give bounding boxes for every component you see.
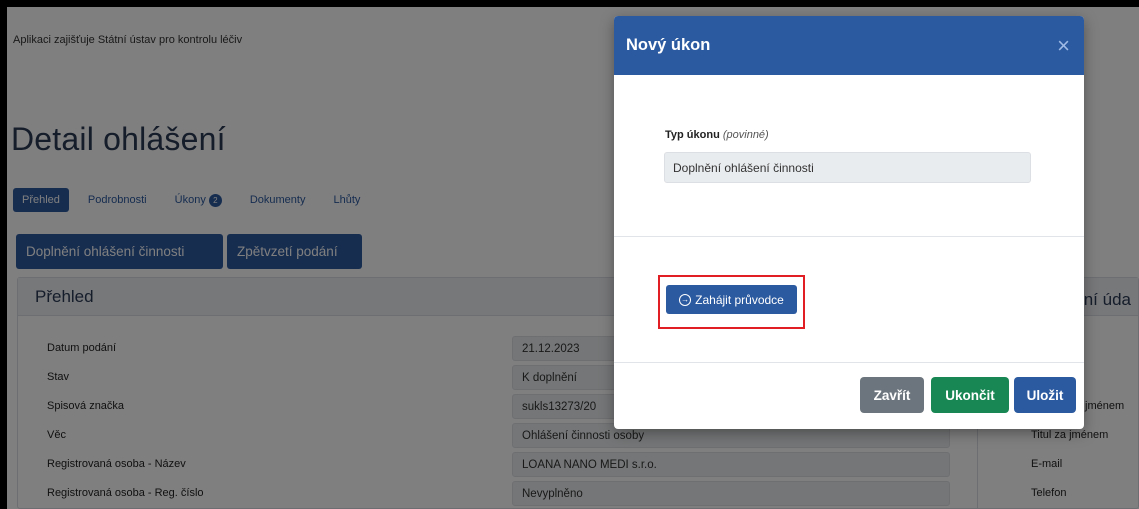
modal-header: Nový úkon ×: [614, 16, 1084, 75]
close-icon[interactable]: ×: [1057, 34, 1070, 57]
divider: [614, 236, 1084, 237]
action-type-field: Doplnění ohlášení činnosti: [664, 152, 1031, 183]
start-wizard-button[interactable]: → Zahájit průvodce: [666, 285, 797, 314]
start-wizard-label: Zahájit průvodce: [695, 292, 784, 307]
divider: [614, 362, 1084, 363]
new-action-modal: Nový úkon × Typ úkonu (povinné) Doplnění…: [614, 16, 1084, 429]
finish-button[interactable]: Ukončit: [931, 377, 1009, 413]
required-hint: (povinné): [722, 129, 769, 141]
arrow-circle-right-icon: →: [679, 293, 692, 306]
app-frame: Aplikaci zajišťuje Státní ústav pro kont…: [7, 7, 1139, 509]
close-button[interactable]: Zavřít: [860, 377, 924, 413]
modal-title: Nový úkon: [626, 36, 711, 54]
action-type-label: Typ úkonu (povinné): [665, 129, 769, 141]
save-button[interactable]: Uložit: [1014, 377, 1076, 413]
action-type-label-text: Typ úkonu: [665, 129, 720, 141]
